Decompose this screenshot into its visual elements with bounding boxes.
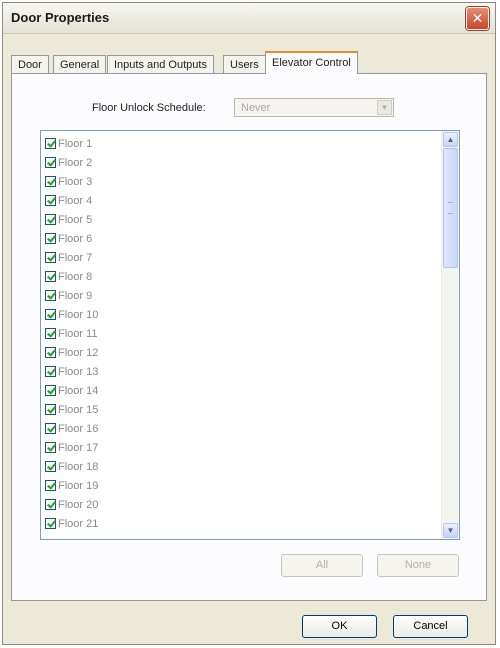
floor-label: Floor 8 bbox=[58, 270, 93, 283]
floor-checkbox[interactable] bbox=[45, 309, 56, 320]
grip-icon bbox=[448, 202, 453, 214]
floor-checkbox[interactable] bbox=[45, 366, 56, 377]
floor-label: Floor 21 bbox=[58, 517, 99, 530]
floor-list-item[interactable]: Floor 18 bbox=[45, 457, 98, 476]
floor-list-item[interactable]: Floor 9 bbox=[45, 286, 98, 305]
elevator-control-panel: Floor Unlock Schedule: Never ▼ Floor 1 Fl… bbox=[11, 73, 487, 601]
floor-checkbox[interactable] bbox=[45, 461, 56, 472]
floor-label: Floor 11 bbox=[58, 327, 98, 340]
floor-label: Floor 20 bbox=[58, 498, 99, 511]
floor-list-item[interactable]: Floor 1 bbox=[45, 134, 98, 153]
floor-list-item[interactable]: Floor 7 bbox=[45, 248, 98, 267]
floor-checkbox[interactable] bbox=[45, 195, 56, 206]
floor-label: Floor 4 bbox=[58, 194, 93, 207]
scroll-down-icon[interactable]: ▼ bbox=[443, 523, 458, 538]
floor-label: Floor 9 bbox=[58, 289, 93, 302]
scroll-up-icon[interactable]: ▲ bbox=[443, 132, 458, 147]
floor-list-item[interactable]: Floor 21 bbox=[45, 514, 98, 533]
floor-list-item[interactable]: Floor 20 bbox=[45, 495, 98, 514]
floor-checkbox[interactable] bbox=[45, 423, 56, 434]
select-none-button[interactable]: None bbox=[377, 554, 459, 577]
window-title: Door Properties bbox=[11, 10, 110, 25]
floor-unlock-schedule-label: Floor Unlock Schedule: bbox=[92, 102, 206, 114]
floor-list-items: Floor 1 Floor 2 Floor 3 Floor 4 Floor 5 Floor… bbox=[45, 134, 98, 533]
tab-users[interactable]: Users bbox=[223, 55, 266, 73]
tab-elevator-control[interactable]: Elevator Control bbox=[265, 51, 358, 74]
tab-inputs-and-outputs[interactable]: Inputs and Outputs bbox=[107, 55, 214, 73]
floor-label: Floor 19 bbox=[58, 479, 99, 492]
floor-unlock-schedule-value: Never bbox=[241, 102, 271, 114]
floor-checkbox[interactable] bbox=[45, 404, 56, 415]
floor-checkbox[interactable] bbox=[45, 442, 56, 453]
floor-checkbox[interactable] bbox=[45, 157, 56, 168]
floor-label: Floor 18 bbox=[58, 460, 99, 473]
floor-list-item[interactable]: Floor 15 bbox=[45, 400, 98, 419]
floor-label: Floor 14 bbox=[58, 384, 99, 397]
floor-list-item[interactable]: Floor 11 bbox=[45, 324, 98, 343]
close-icon: ✕ bbox=[471, 10, 484, 26]
floor-list-item[interactable]: Floor 13 bbox=[45, 362, 98, 381]
tab-general[interactable]: General bbox=[53, 55, 107, 73]
floor-checkbox[interactable] bbox=[45, 328, 56, 339]
floor-list-item[interactable]: Floor 12 bbox=[45, 343, 98, 362]
tab-door[interactable]: Door bbox=[11, 55, 49, 73]
floor-label: Floor 15 bbox=[58, 403, 99, 416]
floor-list-item[interactable]: Floor 16 bbox=[45, 419, 98, 438]
floor-label: Floor 1 bbox=[58, 137, 93, 150]
floor-list-item[interactable]: Floor 2 bbox=[45, 153, 98, 172]
floor-checkbox[interactable] bbox=[45, 138, 56, 149]
floor-list-item[interactable]: Floor 8 bbox=[45, 267, 98, 286]
floor-checkbox[interactable] bbox=[45, 480, 56, 491]
floor-label: Floor 7 bbox=[58, 251, 93, 264]
floor-label: Floor 17 bbox=[58, 441, 99, 454]
title-bar[interactable]: Door Properties ✕ bbox=[3, 3, 495, 34]
floor-checkbox[interactable] bbox=[45, 347, 56, 358]
floor-list[interactable]: Floor 1 Floor 2 Floor 3 Floor 4 Floor 5 Floor… bbox=[40, 130, 460, 540]
door-properties-dialog: Door Properties ✕ Door General Inputs an… bbox=[2, 2, 496, 645]
floor-checkbox[interactable] bbox=[45, 518, 56, 529]
floor-checkbox[interactable] bbox=[45, 271, 56, 282]
chevron-down-icon[interactable]: ▼ bbox=[377, 100, 392, 115]
floor-list-item[interactable]: Floor 5 bbox=[45, 210, 98, 229]
floor-label: Floor 2 bbox=[58, 156, 93, 169]
floor-label: Floor 3 bbox=[58, 175, 93, 188]
select-all-button[interactable]: All bbox=[281, 554, 363, 577]
floor-checkbox[interactable] bbox=[45, 233, 56, 244]
floor-label: Floor 16 bbox=[58, 422, 99, 435]
floor-checkbox[interactable] bbox=[45, 385, 56, 396]
floor-list-item[interactable]: Floor 4 bbox=[45, 191, 98, 210]
floor-checkbox[interactable] bbox=[45, 290, 56, 301]
ok-button[interactable]: OK bbox=[302, 615, 377, 638]
floor-list-item[interactable]: Floor 10 bbox=[45, 305, 98, 324]
floor-label: Floor 12 bbox=[58, 346, 99, 359]
floor-list-item[interactable]: Floor 3 bbox=[45, 172, 98, 191]
floor-list-item[interactable]: Floor 17 bbox=[45, 438, 98, 457]
floor-checkbox[interactable] bbox=[45, 252, 56, 263]
floor-checkbox[interactable] bbox=[45, 176, 56, 187]
close-button[interactable]: ✕ bbox=[466, 7, 489, 30]
floor-label: Floor 6 bbox=[58, 232, 93, 245]
floor-checkbox[interactable] bbox=[45, 499, 56, 510]
floor-list-item[interactable]: Floor 6 bbox=[45, 229, 98, 248]
cancel-button[interactable]: Cancel bbox=[393, 615, 468, 638]
scroll-thumb[interactable] bbox=[443, 148, 458, 268]
floor-list-item[interactable]: Floor 19 bbox=[45, 476, 98, 495]
floor-label: Floor 10 bbox=[58, 308, 99, 321]
floor-list-item[interactable]: Floor 14 bbox=[45, 381, 98, 400]
floor-list-scrollbar[interactable]: ▲ ▼ bbox=[441, 131, 459, 539]
floor-unlock-schedule-select[interactable]: Never ▼ bbox=[234, 98, 394, 117]
floor-label: Floor 5 bbox=[58, 213, 93, 226]
floor-label: Floor 13 bbox=[58, 365, 99, 378]
floor-checkbox[interactable] bbox=[45, 214, 56, 225]
